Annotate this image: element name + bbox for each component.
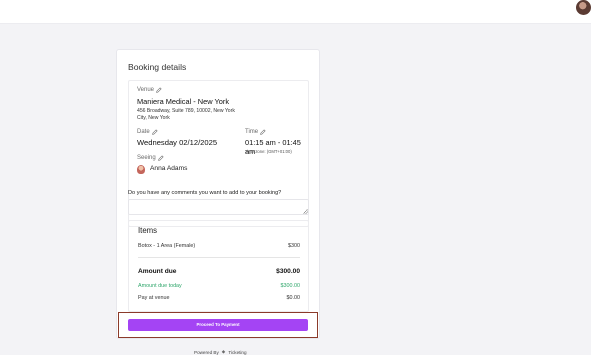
- items-title: Items: [138, 226, 158, 235]
- powered-by-text: Powered By: [194, 349, 219, 355]
- practitioner-name: Anna Adams: [150, 165, 188, 172]
- booking-card: Booking details Venue Maniera Medical - …: [116, 49, 320, 339]
- line-item: Botox - 1 Area (Female) $300: [138, 243, 300, 249]
- timezone-text: Time zone: (GMT+01:00): [245, 149, 292, 154]
- venue-label-row: Venue: [137, 87, 162, 93]
- amount-due-today-row: Amount due today $300.00: [138, 283, 300, 289]
- seeing-label-row: Seeing: [137, 155, 164, 161]
- amount-due-today-label: Amount due today: [138, 283, 182, 289]
- date-label: Date: [137, 129, 150, 135]
- seeing-label: Seeing: [137, 155, 156, 161]
- comments-textarea[interactable]: [128, 199, 309, 215]
- venue-label: Venue: [137, 87, 155, 93]
- proceed-to-payment-button[interactable]: Proceed To Payment: [128, 319, 308, 331]
- venue-address: 456 Broadway, Suite 789, 10002, New York…: [137, 108, 255, 123]
- powered-by-footer: Powered By ◆ Ticketing: [194, 349, 247, 355]
- edit-time-icon[interactable]: [260, 129, 266, 135]
- edit-date-icon[interactable]: [151, 129, 158, 135]
- items-panel: Items Botox - 1 Area (Female) $300 Amoun…: [128, 220, 309, 312]
- venue-address-line-1: 456 Broadway, Suite 789, 10002, New York: [137, 108, 235, 114]
- brand-name: Ticketing: [228, 349, 247, 355]
- amount-due-label: Amount due: [138, 268, 177, 275]
- practitioner-avatar: [137, 165, 145, 174]
- edit-venue-icon[interactable]: [156, 87, 162, 93]
- brand-logo-icon: ◆: [221, 349, 226, 354]
- time-label: Time: [245, 129, 259, 135]
- amount-due-row: Amount due $300.00: [138, 268, 300, 275]
- venue-address-line-2: City, New York: [137, 115, 170, 122]
- top-bar: [0, 0, 591, 24]
- pay-at-venue-label: Pay at venue: [138, 295, 170, 301]
- amount-due-value: $300.00: [276, 268, 300, 275]
- venue-name: Maniera Medical - New York: [137, 97, 230, 106]
- card-title: Booking details: [128, 62, 187, 72]
- date-label-row: Date: [137, 129, 158, 135]
- amount-due-today-value: $300.00: [280, 283, 301, 289]
- line-item-name: Botox - 1 Area (Female): [138, 243, 196, 249]
- pay-at-venue-value: $0.00: [286, 295, 301, 301]
- line-item-price: $300: [288, 243, 300, 249]
- user-avatar[interactable]: [576, 0, 591, 15]
- pay-at-venue-row: Pay at venue $0.00: [138, 295, 300, 301]
- edit-seeing-icon[interactable]: [157, 155, 164, 161]
- comments-question: Do you have any comments you want to add…: [128, 190, 282, 196]
- time-label-row: Time: [245, 129, 266, 135]
- resize-grip-icon[interactable]: [303, 209, 308, 214]
- date-value: Wednesday 02/12/2025: [137, 138, 218, 147]
- divider: [138, 257, 300, 258]
